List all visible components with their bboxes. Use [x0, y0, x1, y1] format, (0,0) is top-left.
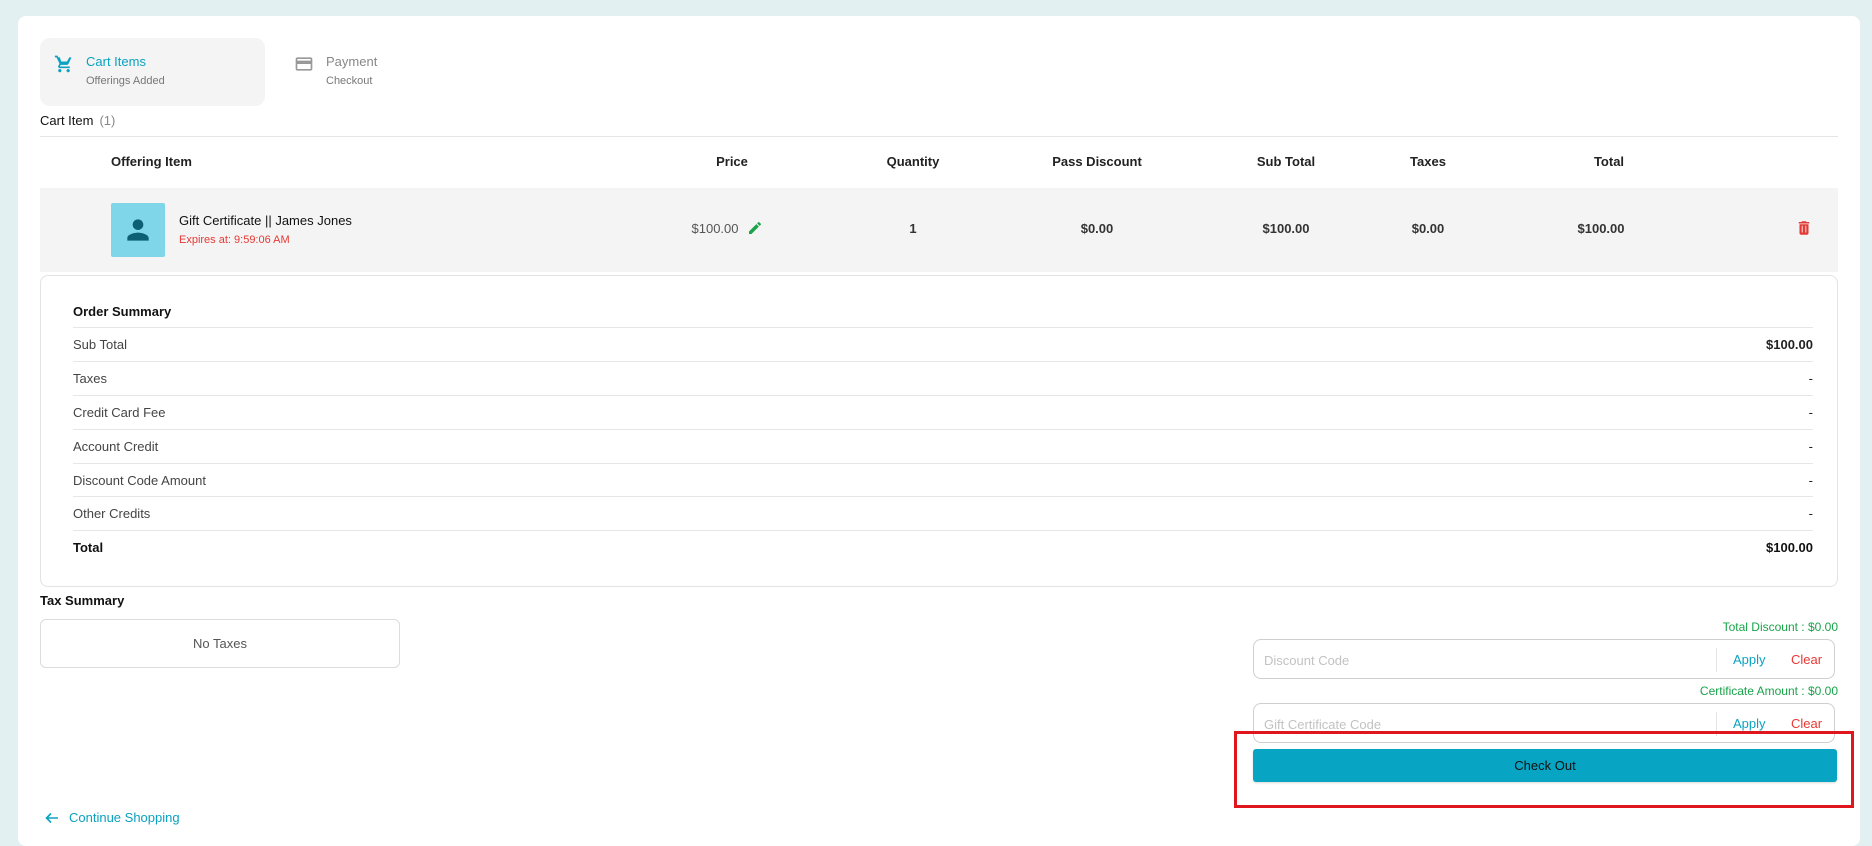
item-name: Gift Certificate || James Jones: [179, 213, 352, 228]
item-sub-total: $100.00: [1262, 221, 1310, 236]
certificate-amount-label: Certificate Amount : $0.00: [1699, 684, 1838, 698]
header-taxes: Taxes: [1410, 154, 1446, 169]
summary-value: -: [1808, 506, 1813, 521]
item-expiry: Expires at: 9:59:06 AM: [179, 234, 290, 246]
summary-label: Taxes: [73, 371, 107, 386]
trash-icon[interactable]: [1795, 218, 1813, 238]
tax-summary-title: Tax Summary: [40, 593, 125, 608]
header-total: Total: [1593, 154, 1625, 169]
summary-row-other-credits: Other Credits -: [73, 496, 1813, 530]
apply-discount-button[interactable]: Apply: [1733, 652, 1766, 667]
continue-shopping-link[interactable]: Continue Shopping: [45, 810, 180, 825]
summary-row-total: Total $100.00: [73, 530, 1813, 564]
summary-label: Credit Card Fee: [73, 405, 166, 420]
item-taxes: $0.00: [1411, 221, 1445, 236]
cart-heading-label: Cart Item: [40, 113, 94, 128]
step-subtitle: Checkout: [326, 75, 373, 87]
step-cart-items[interactable]: Cart Items Offerings Added: [40, 38, 265, 106]
summary-value: $100.00: [1766, 337, 1813, 352]
step-subtitle: Offerings Added: [86, 75, 165, 87]
header-sub-total: Sub Total: [1256, 154, 1316, 169]
tax-summary-box: No Taxes: [40, 619, 400, 668]
clear-discount-button[interactable]: Clear: [1791, 652, 1822, 667]
credit-card-icon: [295, 57, 313, 71]
table-row: Gift Certificate || James Jones Expires …: [40, 188, 1838, 272]
no-taxes-text: No Taxes: [193, 636, 247, 651]
cart-icon: [54, 55, 72, 73]
total-discount-label: Total Discount : $0.00: [1722, 620, 1838, 634]
summary-row-discount-code-amount: Discount Code Amount -: [73, 463, 1813, 497]
summary-row-sub-total: Sub Total $100.00: [73, 327, 1813, 361]
order-summary-title: Order Summary: [73, 304, 172, 319]
item-total: $100.00: [1577, 221, 1625, 236]
summary-value: $100.00: [1766, 540, 1813, 555]
cart-count: (1): [99, 113, 116, 128]
summary-row-credit-card-fee: Credit Card Fee -: [73, 395, 1813, 429]
summary-value: -: [1808, 439, 1813, 454]
discount-code-box: Apply Clear: [1253, 639, 1835, 679]
header-quantity: Quantity: [886, 154, 940, 169]
summary-label: Other Credits: [73, 506, 151, 521]
divider: [1716, 648, 1717, 672]
summary-value: -: [1808, 405, 1813, 420]
order-summary: Order Summary Sub Total $100.00 Taxes - …: [40, 275, 1838, 587]
summary-row-taxes: Taxes -: [73, 361, 1813, 395]
summary-label: Sub Total: [73, 337, 127, 352]
apply-certificate-button[interactable]: Apply: [1733, 716, 1766, 731]
avatar: [111, 203, 165, 257]
person-icon: [127, 219, 149, 241]
header-pass-discount: Pass Discount: [1052, 154, 1142, 169]
divider: [40, 136, 1838, 137]
item-quantity: 1: [909, 221, 917, 236]
cart-heading: Cart Item (1): [40, 113, 115, 128]
header-offering-item: Offering Item: [111, 154, 192, 169]
summary-row-account-credit: Account Credit -: [73, 429, 1813, 463]
item-price: $100.00: [691, 221, 739, 236]
item-pass-discount: $0.00: [1080, 221, 1114, 236]
step-title: Cart Items: [86, 54, 146, 69]
summary-label: Total: [73, 540, 104, 555]
header-price: Price: [716, 154, 748, 169]
step-payment[interactable]: Payment Checkout: [280, 38, 440, 106]
clear-certificate-button[interactable]: Clear: [1791, 716, 1822, 731]
discount-code-input[interactable]: [1262, 649, 1706, 671]
summary-label: Account Credit: [73, 439, 159, 454]
step-title: Payment: [326, 54, 378, 69]
check-out-button[interactable]: Check Out: [1253, 749, 1837, 782]
summary-value: -: [1808, 473, 1813, 488]
summary-value: -: [1808, 371, 1813, 386]
summary-label: Discount Code Amount: [73, 473, 206, 488]
arrow-left-icon: [45, 812, 58, 823]
continue-shopping-label: Continue Shopping: [69, 810, 180, 825]
pencil-icon[interactable]: [747, 220, 763, 236]
